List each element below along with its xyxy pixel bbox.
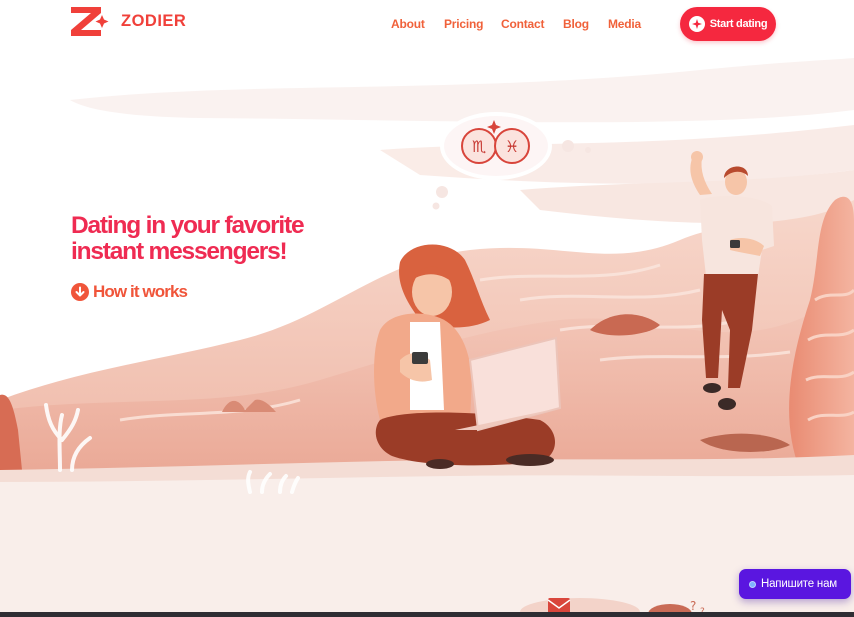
nav-link-contact[interactable]: Contact [501, 17, 544, 31]
chat-widget-label: Напишите нам [761, 578, 837, 590]
how-it-works-link[interactable]: How it works [71, 282, 188, 302]
svg-text:?: ? [690, 599, 696, 613]
arrow-down-circle-icon [71, 283, 89, 301]
online-status-icon [749, 580, 756, 588]
nav-link-blog[interactable]: Blog [563, 17, 589, 31]
start-dating-label: Start dating [709, 18, 768, 30]
nav-link-about[interactable]: About [391, 17, 425, 31]
site-header: ZODIER About Pricing Contact Blog Media … [0, 0, 854, 48]
sparkle-icon [688, 16, 705, 32]
scorpio-symbol: ♏ [472, 137, 486, 156]
nav-link-pricing[interactable]: Pricing [444, 17, 483, 31]
how-it-works-label: How it works [93, 282, 188, 301]
chat-widget-button[interactable]: Напишите нам [739, 569, 851, 599]
hero-illustration: ♏ ♓ ? [0, 58, 854, 617]
brand-name: ZODIER [121, 12, 187, 30]
zodier-z-logo-icon [71, 7, 109, 36]
pisces-symbol: ♓ [505, 137, 519, 156]
hero-title: Dating in your favorite instant messenge… [71, 213, 361, 265]
brand-logo[interactable]: ZODIER [71, 7, 186, 36]
foreground-sand [0, 462, 854, 617]
nav-link-media[interactable]: Media [608, 17, 641, 31]
landing-page: ♏ ♓ ? ZODIER About Pricing Contact Blog … [0, 0, 854, 617]
hero-title-line2: instant messengers! [71, 238, 288, 265]
bottom-edge [0, 612, 854, 617]
hero-title-line1: Dating in your favorite [71, 212, 305, 239]
start-dating-button[interactable]: Start dating [680, 7, 776, 41]
